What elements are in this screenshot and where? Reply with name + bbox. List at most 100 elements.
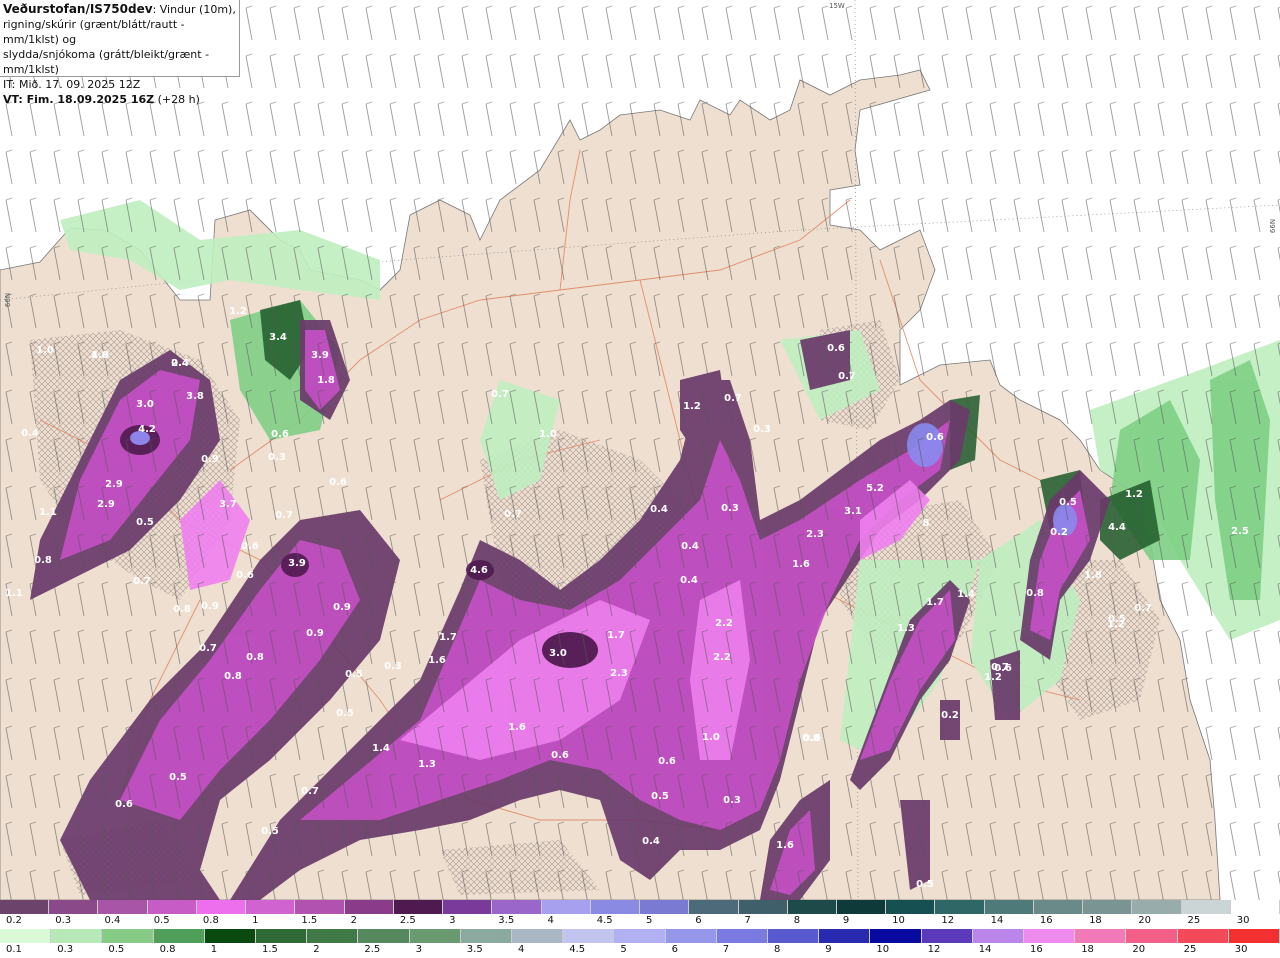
snow-scale-tick-label: 8 — [774, 944, 781, 955]
precip-value-label: 0.4 — [681, 541, 699, 552]
precip-value-label: 4.2 — [138, 424, 156, 435]
snow-scale-tick-label: 4 — [518, 944, 525, 955]
snow-scale-tick-label: 7 — [722, 944, 730, 955]
precip-value-label: 0.8 — [1026, 588, 1044, 599]
rain-scale-tick-label: 4 — [547, 915, 554, 926]
snow-scale-swatch — [972, 929, 1025, 943]
snow-scale-swatch — [358, 929, 410, 943]
rain-scale-swatch — [935, 900, 985, 914]
precip-value-label: 0.9 — [333, 602, 351, 613]
precip-value-label: 1.0 — [36, 345, 54, 356]
precip-value-label: 0.7 — [491, 389, 509, 400]
precip-value-label: 0.3 — [753, 424, 771, 435]
precip-value-label: 1.2 — [1107, 619, 1125, 630]
precip-value-label: 1.8 — [1084, 570, 1102, 581]
rain-scale-swatch — [1181, 900, 1231, 914]
precip-value-label: 1.6 — [508, 722, 526, 733]
snow-scale-swatch — [204, 929, 257, 943]
precip-value-label: 0.3 — [721, 503, 739, 514]
snow-scale-swatch — [921, 929, 973, 943]
precip-value-label: 0.5 — [336, 708, 354, 719]
map-desc-3: slydda/snjókoma (grátt/bleikt/grænt - mm… — [3, 48, 210, 76]
precip-value-label: 2.5 — [1231, 526, 1249, 537]
snow-scale-tick-label: 16 — [1030, 944, 1043, 955]
rain-scale-tick-label: 2.5 — [399, 915, 416, 926]
precip-value-label: 1.0 — [539, 429, 557, 440]
snow-scale-swatch — [819, 929, 871, 943]
precip-value-label: 2.2 — [715, 618, 733, 629]
precip-value-label: 0.8 — [802, 733, 820, 744]
precip-value-label: 1.2 — [1125, 489, 1143, 500]
precip-value-label: 3.9 — [311, 350, 329, 361]
snow-scale-tick-label: 0.5 — [108, 944, 125, 955]
rain-scale-tick-label: 14 — [990, 915, 1004, 926]
precip-value-label: 0.4 — [21, 428, 39, 439]
snow-scale-tick-label: 30 — [1234, 944, 1248, 955]
map-info-box: Veðurstofan/IS750dev: Vindur (10m), rign… — [0, 0, 240, 106]
precip-value-label: 1.2 — [683, 401, 701, 412]
precip-value-label: 0.7 — [199, 643, 217, 654]
precip-value-label: 1.0 — [702, 732, 720, 743]
weather-map[interactable]: 4.92.43.03.84.22.92.9 3.70.91.00.51.10.40… — [0, 0, 1280, 900]
snow-scale-swatch — [512, 929, 564, 943]
rain-scale-tick-label: 30 — [1236, 915, 1250, 926]
precip-value-label: 0.7 — [133, 576, 151, 587]
precip-value-label: 1.6 — [776, 840, 794, 851]
precip-value-label: 4.4 — [1108, 522, 1126, 533]
snow-scale-tick-label: 0.8 — [159, 944, 176, 955]
precip-value-label: 1.7 — [439, 632, 457, 643]
rain-scale-tick-label: 6 — [695, 915, 702, 926]
precip-value-label: 0.5 — [261, 826, 279, 837]
precip-value-label: 5.2 — [866, 483, 884, 494]
snow-scale-swatch — [1126, 929, 1178, 943]
precip-value-label: 1.3 — [897, 623, 915, 634]
precip-value-label: 4.6 — [470, 565, 488, 576]
precip-value-label: 0.9 — [201, 454, 219, 465]
precip-value-label: 0.7 — [301, 786, 319, 797]
rain-scale-swatch — [344, 900, 394, 914]
snow-scale-tick-label: 0.3 — [57, 944, 74, 955]
precip-value-label: 3.0 — [136, 399, 154, 410]
rain-scale-swatch — [49, 900, 99, 914]
precip-value-label: 0.6 — [658, 756, 676, 767]
rain-scale-tick-label: 16 — [1039, 915, 1053, 926]
rain-scale-swatch — [147, 900, 197, 914]
precip-value-label: 0.5 — [1059, 497, 1077, 508]
rain-scale-swatch — [984, 900, 1034, 914]
precip-value-label: 8 — [923, 518, 930, 529]
precip-value-label: 0.7 — [991, 662, 1009, 673]
rain-scale-tick-label: 18 — [1089, 915, 1102, 926]
snow-scale-tick-label: 25 — [1183, 944, 1197, 955]
rain-scale-swatch — [640, 900, 690, 914]
wind-barbs — [0, 0, 1280, 900]
precip-value-label: 0.4 — [680, 575, 698, 586]
rain-scale-swatch — [1083, 900, 1133, 914]
rain-scale-swatch — [541, 900, 591, 914]
precip-value-label: 0.3 — [723, 795, 741, 806]
rain-scale-swatch — [1033, 900, 1084, 914]
precip-value-label: 0.7 — [1134, 603, 1152, 614]
rain-scale-swatch — [1132, 900, 1182, 914]
rain-scale-tick-label: 0.2 — [6, 915, 22, 926]
snow-scale-swatch — [102, 929, 154, 943]
precip-value-label: 0.6 — [271, 429, 289, 440]
rain-scale-tick-label: 10 — [892, 915, 905, 926]
snow-scale-swatch — [307, 929, 359, 943]
precip-value-label: 2.9 — [105, 479, 123, 490]
precip-value-label: 1.1 — [5, 588, 23, 599]
precip-value-label: 0.6 — [827, 343, 845, 354]
precip-value-label: 0.8 — [224, 671, 242, 682]
rain-scale-tick-label: 0.8 — [202, 915, 219, 926]
precip-value-label: 1.2 — [984, 672, 1002, 683]
precip-value-label: 0.4 — [171, 358, 189, 369]
snow-scale-swatch — [768, 929, 820, 943]
precip-value-label: 2.3 — [610, 668, 628, 679]
rain-scale-tick-label: 3.5 — [498, 915, 515, 926]
rain-scale-swatch — [98, 900, 148, 914]
snow-scale-tick-label: 5 — [620, 944, 627, 955]
precip-value-label: 3.7 — [219, 499, 237, 510]
rain-scale-tick-label: 5 — [646, 915, 653, 926]
precip-value-label: 0.4 — [650, 504, 668, 515]
snow-scale-tick-label: 1.5 — [262, 944, 278, 955]
precip-value-label: 0.5 — [169, 772, 187, 783]
